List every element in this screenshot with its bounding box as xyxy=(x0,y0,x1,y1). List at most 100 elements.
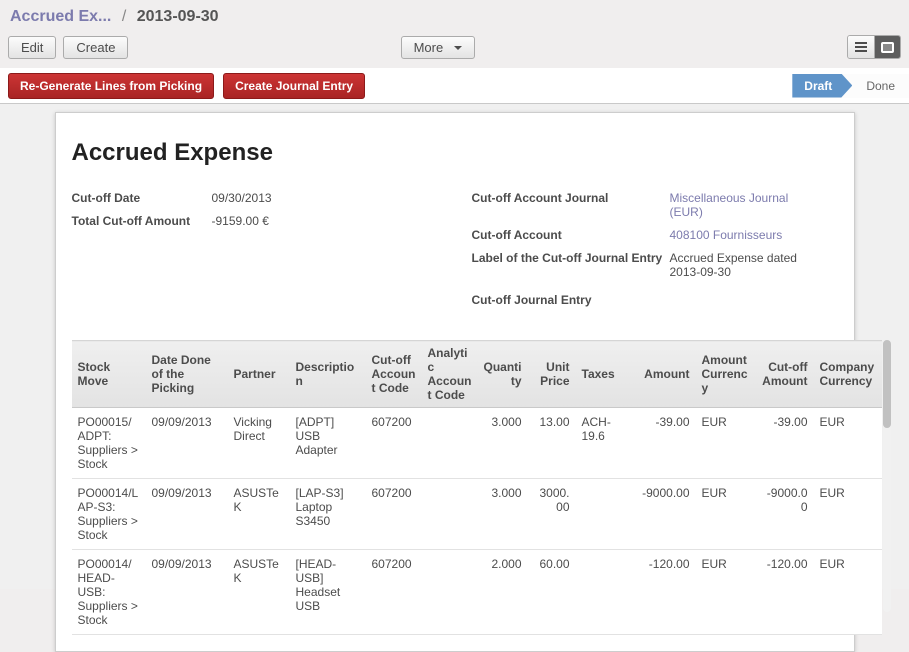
more-button-label: More xyxy=(414,40,444,55)
list-view-button[interactable] xyxy=(848,36,874,58)
column-header-amount-currency[interactable]: Amount Currency xyxy=(696,341,756,408)
cell-quantity: 3.000 xyxy=(478,408,528,479)
column-header-analytic-account-code[interactable]: Analytic Account Code xyxy=(422,341,478,408)
cell-cutoff-account-code: 607200 xyxy=(366,408,422,479)
field-total-cutoff-amount: Total Cut-off Amount -9159.00 € xyxy=(72,214,472,228)
column-header-taxes[interactable]: Taxes xyxy=(576,341,634,408)
column-header-description[interactable]: Description xyxy=(290,341,366,408)
cell-date-done: 09/09/2013 xyxy=(146,550,228,635)
cell-company-currency: EUR xyxy=(814,408,882,479)
toolbar: Edit Create More xyxy=(8,35,901,68)
column-header-date-done[interactable]: Date Done of the Picking xyxy=(146,341,228,408)
cell-taxes: ACH-19.6 xyxy=(576,408,634,479)
table-scrollbar[interactable] xyxy=(883,340,891,612)
status-done[interactable]: Done xyxy=(852,74,909,98)
regenerate-lines-button[interactable]: Re-Generate Lines from Picking xyxy=(8,73,214,99)
field-label-cutoff-date: Cut-off Date xyxy=(72,191,212,205)
create-button[interactable]: Create xyxy=(63,36,128,59)
column-header-company-currency[interactable]: Company Currency xyxy=(814,341,882,408)
cell-unit-price: 60.00 xyxy=(528,550,576,635)
field-label-journal-entry-label: Label of the Cut-off Journal Entry xyxy=(472,251,670,279)
cell-partner: ASUSTeK xyxy=(228,550,290,635)
cell-quantity: 2.000 xyxy=(478,550,528,635)
field-label-cutoff-journal-entry: Cut-off Journal Entry xyxy=(472,293,670,307)
field-value-cutoff-account[interactable]: 408100 Fournisseurs xyxy=(670,228,783,242)
breadcrumb: Accrued Ex... / 2013-09-30 xyxy=(8,6,901,35)
cell-amount: -39.00 xyxy=(634,408,696,479)
cell-analytic-account-code xyxy=(422,408,478,479)
field-value-cutoff-date: 09/30/2013 xyxy=(212,191,272,205)
column-header-amount[interactable]: Amount xyxy=(634,341,696,408)
table-row[interactable]: PO00015/ADPT: Suppliers > Stock 09/09/20… xyxy=(72,408,882,479)
cell-taxes xyxy=(576,479,634,550)
view-switcher xyxy=(847,35,901,59)
cell-company-currency: EUR xyxy=(814,479,882,550)
field-groups: Cut-off Date 09/30/2013 Total Cut-off Am… xyxy=(72,191,838,316)
cell-taxes xyxy=(576,550,634,635)
column-header-unit-price[interactable]: Unit Price xyxy=(528,341,576,408)
cell-company-currency: EUR xyxy=(814,550,882,635)
column-header-cutoff-account-code[interactable]: Cut-off Account Code xyxy=(366,341,422,408)
breadcrumb-separator: / xyxy=(122,8,126,25)
field-label-total-cutoff-amount: Total Cut-off Amount xyxy=(72,214,212,228)
cell-description: [ADPT] USB Adapter xyxy=(290,408,366,479)
field-cutoff-journal-entry-label: Label of the Cut-off Journal Entry Accru… xyxy=(472,251,838,279)
breadcrumb-parent[interactable]: Accrued Ex... xyxy=(10,8,111,25)
top-header: Accrued Ex... / 2013-09-30 Edit Create M… xyxy=(0,0,909,68)
column-header-partner[interactable]: Partner xyxy=(228,341,290,408)
cell-cutoff-account-code: 607200 xyxy=(366,550,422,635)
edit-button[interactable]: Edit xyxy=(8,36,56,59)
cell-amount-currency: EUR xyxy=(696,408,756,479)
cell-unit-price: 13.00 xyxy=(528,408,576,479)
cell-amount: -9000.00 xyxy=(634,479,696,550)
column-header-cutoff-amount[interactable]: Cut-off Amount xyxy=(756,341,814,408)
field-value-total-cutoff-amount: -9159.00 € xyxy=(212,214,269,228)
cell-amount-currency: EUR xyxy=(696,479,756,550)
cell-stock-move: PO00014/HEAD-USB: Suppliers > Stock xyxy=(72,550,146,635)
status-draft[interactable]: Draft xyxy=(792,74,852,98)
edit-create-group: Edit Create xyxy=(8,36,128,59)
field-group-left: Cut-off Date 09/30/2013 Total Cut-off Am… xyxy=(72,191,472,316)
cell-amount-currency: EUR xyxy=(696,550,756,635)
cell-unit-price: 3000.00 xyxy=(528,479,576,550)
field-cutoff-journal-entry: Cut-off Journal Entry xyxy=(472,293,838,307)
field-cutoff-account-journal: Cut-off Account Journal Miscellaneous Jo… xyxy=(472,191,838,219)
field-cutoff-account: Cut-off Account 408100 Fournisseurs xyxy=(472,228,838,242)
cell-quantity: 3.000 xyxy=(478,479,528,550)
cell-cutoff-amount: -39.00 xyxy=(756,408,814,479)
cell-analytic-account-code xyxy=(422,550,478,635)
more-group: More xyxy=(401,36,475,59)
cell-date-done: 09/09/2013 xyxy=(146,408,228,479)
field-label-cutoff-account-journal: Cut-off Account Journal xyxy=(472,191,670,219)
form-view-icon xyxy=(881,42,894,53)
main-content: Accrued Expense Cut-off Date 09/30/2013 … xyxy=(0,104,909,589)
cell-date-done: 09/09/2013 xyxy=(146,479,228,550)
form-view-button[interactable] xyxy=(874,36,900,58)
form-sheet: Accrued Expense Cut-off Date 09/30/2013 … xyxy=(55,112,855,652)
breadcrumb-current: 2013-09-30 xyxy=(137,8,219,25)
cell-stock-move: PO00015/ADPT: Suppliers > Stock xyxy=(72,408,146,479)
list-view-icon xyxy=(855,40,867,54)
table-row[interactable]: PO00014/LAP-S3: Suppliers > Stock 09/09/… xyxy=(72,479,882,550)
cell-description: [LAP-S3] Laptop S3450 xyxy=(290,479,366,550)
statusbar: Draft Done xyxy=(792,74,909,98)
cell-stock-move: PO00014/LAP-S3: Suppliers > Stock xyxy=(72,479,146,550)
field-group-right: Cut-off Account Journal Miscellaneous Jo… xyxy=(472,191,838,316)
cell-description: [HEAD-USB] Headset USB xyxy=(290,550,366,635)
column-header-stock-move[interactable]: Stock Move xyxy=(72,341,146,408)
cell-cutoff-amount: -9000.00 xyxy=(756,479,814,550)
column-header-quantity[interactable]: Quantity xyxy=(478,341,528,408)
caret-down-icon xyxy=(454,46,462,50)
accrued-expense-page: Accrued Ex... / 2013-09-30 Edit Create M… xyxy=(0,0,909,589)
field-value-cutoff-account-journal[interactable]: Miscellaneous Journal (EUR) xyxy=(670,191,802,219)
cell-analytic-account-code xyxy=(422,479,478,550)
field-cutoff-date: Cut-off Date 09/30/2013 xyxy=(72,191,472,205)
cell-amount: -120.00 xyxy=(634,550,696,635)
table-scrollbar-thumb[interactable] xyxy=(883,340,891,428)
field-value-journal-entry-label: Accrued Expense dated 2013-09-30 xyxy=(670,251,802,279)
table-row[interactable]: PO00014/HEAD-USB: Suppliers > Stock 09/0… xyxy=(72,550,882,635)
more-button[interactable]: More xyxy=(401,36,475,59)
cell-cutoff-amount: -120.00 xyxy=(756,550,814,635)
create-journal-entry-button[interactable]: Create Journal Entry xyxy=(223,73,365,99)
table-header-row: Stock Move Date Done of the Picking Part… xyxy=(72,341,882,408)
